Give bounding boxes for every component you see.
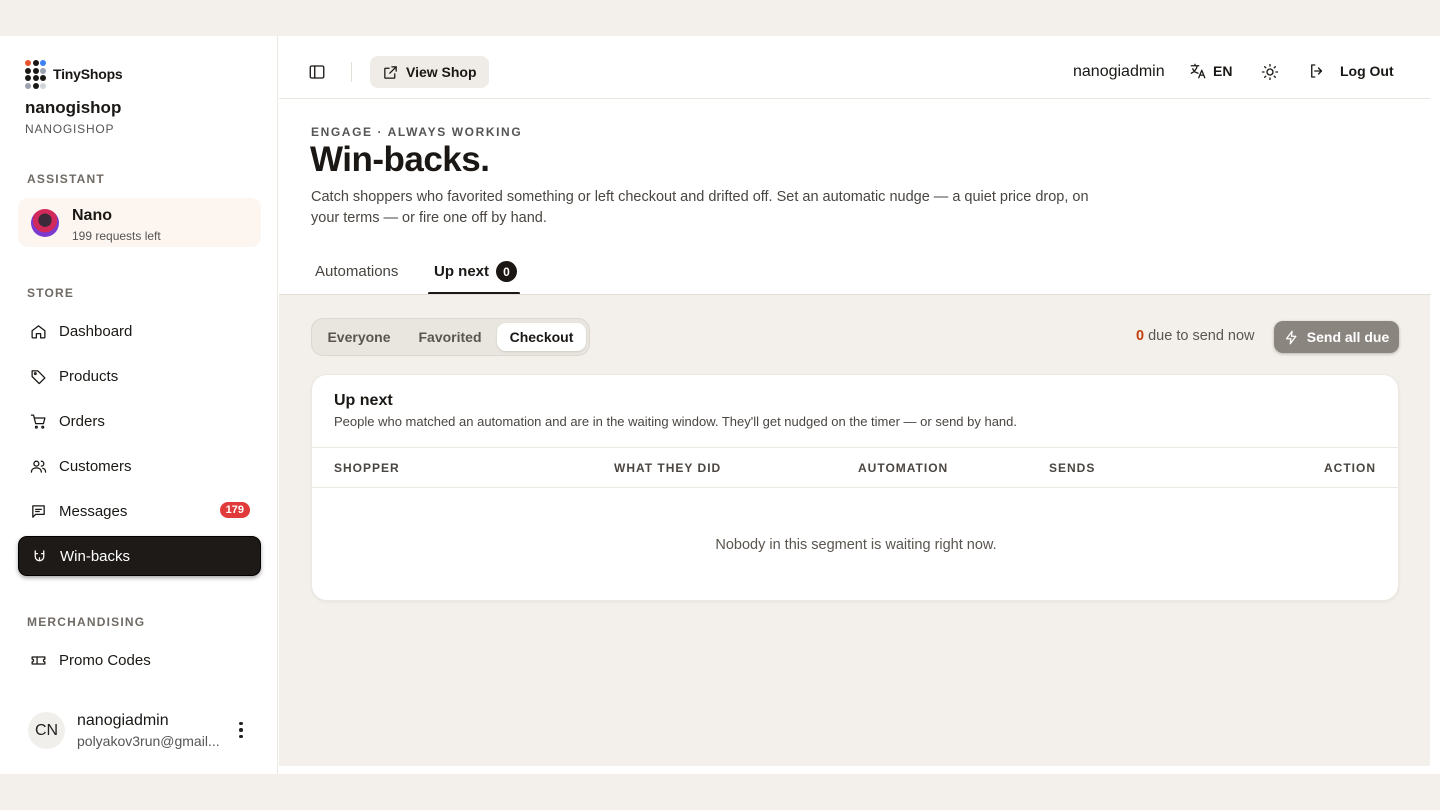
brand-logo[interactable]: TinyShops [25, 60, 123, 89]
sidebar-item-label: Products [59, 367, 119, 385]
ticket-icon [31, 655, 46, 665]
message-icon [32, 504, 45, 518]
user-name: nanogiadmin [77, 712, 169, 729]
sidebar-item-products[interactable]: Products [18, 356, 261, 396]
user-email: polyakov3run@gmail... [77, 733, 220, 749]
assistant-section-label: ASSISTANT [27, 172, 105, 186]
store-section-label: STORE [27, 286, 75, 300]
tab-bar: Automations Up next 0 [311, 249, 1431, 295]
column-header-what-they-did: WHAT THEY DID [614, 461, 722, 475]
sidebar-toggle-icon [309, 65, 325, 79]
view-shop-label: View Shop [406, 64, 477, 80]
cart-icon [30, 413, 46, 429]
logout-label: Log Out [1340, 63, 1394, 79]
sun-icon [1261, 63, 1279, 81]
messages-count-badge: 179 [219, 502, 250, 518]
tab-automations[interactable]: Automations [315, 249, 398, 294]
card-subtitle: People who matched an automation and are… [334, 414, 1018, 429]
due-count: 0 [1136, 328, 1145, 344]
logout-icon [1311, 64, 1323, 78]
column-header-shopper: SHOPPER [334, 461, 400, 475]
up-next-count-badge: 0 [496, 261, 518, 282]
language-label: EN [1213, 63, 1233, 79]
home-icon [31, 324, 46, 339]
sidebar-item-promo-codes[interactable]: Promo Codes [18, 640, 261, 680]
column-header-action: ACTION [1324, 461, 1376, 475]
page-description: Catch shoppers who favorited something o… [311, 189, 1089, 226]
language-switcher[interactable]: EN [1189, 62, 1232, 80]
user-menu[interactable]: CN nanogiadmin polyakov3run@gmail... [28, 710, 263, 750]
avatar: CN [28, 712, 65, 749]
sidebar: TinyShops nanogishop NANOGISHOP ASSISTAN… [0, 36, 278, 774]
magnet-icon [34, 549, 45, 561]
divider [351, 62, 352, 82]
shop-name: nanogishop [25, 98, 122, 117]
sidebar-item-label: Messages [59, 502, 128, 520]
logout-button[interactable]: Log Out [1308, 62, 1394, 80]
empty-state-message: Nobody in this segment is waiting right … [715, 537, 997, 553]
top-bar: View Shop nanogiadmin EN Log Out [279, 36, 1430, 99]
assistant-requests: 199 requests left [72, 229, 161, 243]
view-shop-button[interactable]: View Shop [370, 56, 489, 88]
card-title: Up next [334, 392, 393, 409]
brand-name: TinyShops [53, 66, 123, 83]
sidebar-item-label: Customers [59, 457, 132, 475]
table-header: SHOPPER WHAT THEY DID AUTOMATION SENDS A… [312, 447, 1398, 488]
nano-avatar [31, 209, 59, 237]
column-header-automation: AUTOMATION [858, 461, 949, 475]
tab-up-next[interactable]: Up next 0 [434, 249, 518, 294]
merchandising-section-label: MERCHANDISING [27, 615, 146, 629]
sidebar-item-dashboard[interactable]: Dashboard [18, 311, 261, 351]
lightning-icon [1285, 330, 1297, 344]
tab-label: Automations [315, 263, 399, 280]
app-window: TinyShops nanogishop NANOGISHOP ASSISTAN… [0, 36, 1440, 774]
sidebar-item-orders[interactable]: Orders [18, 401, 261, 441]
sidebar-item-win-backs[interactable]: Win-backs [18, 536, 261, 576]
assistant-card[interactable]: Nano 199 requests left [18, 198, 261, 247]
shop-subtitle: NANOGISHOP [25, 122, 115, 136]
page-kicker: ENGAGE · ALWAYS WORKING [311, 125, 523, 139]
theme-toggle-button[interactable] [1259, 62, 1281, 82]
column-header-sends: SENDS [1049, 461, 1096, 475]
tag-icon [31, 369, 46, 384]
sidebar-item-customers[interactable]: Customers [18, 446, 261, 486]
due-status: 0 due to send now [1136, 328, 1255, 344]
tab-label: Up next [434, 263, 490, 280]
toggle-sidebar-button[interactable] [305, 62, 329, 82]
sidebar-item-label: Dashboard [59, 322, 133, 340]
up-next-card: Up next People who matched an automation… [311, 374, 1399, 601]
segment-everyone[interactable]: Everyone [316, 323, 402, 351]
page-title: Win-backs. [310, 140, 490, 179]
send-all-due-label: Send all due [1306, 329, 1390, 345]
brand-dots-icon [25, 60, 46, 89]
more-vertical-icon[interactable] [231, 718, 251, 742]
top-username: nanogiadmin [1073, 63, 1165, 80]
due-label: due to send now [1148, 328, 1255, 344]
sidebar-item-messages[interactable]: Messages 179 [18, 491, 261, 531]
sidebar-item-label: Win-backs [60, 547, 131, 565]
segment-checkout[interactable]: Checkout [497, 323, 586, 351]
external-link-icon [384, 65, 397, 79]
sidebar-item-label: Promo Codes [59, 651, 151, 669]
main-content: Everyone Favorited Checkout 0 due to sen… [279, 294, 1430, 766]
assistant-name: Nano [72, 207, 112, 224]
users-icon [30, 460, 47, 473]
send-all-due-button[interactable]: Send all due [1274, 321, 1399, 353]
segment-favorited[interactable]: Favorited [406, 323, 494, 351]
translate-icon [1190, 63, 1206, 79]
sidebar-item-label: Orders [59, 412, 105, 430]
segment-filter: Everyone Favorited Checkout [311, 318, 590, 356]
